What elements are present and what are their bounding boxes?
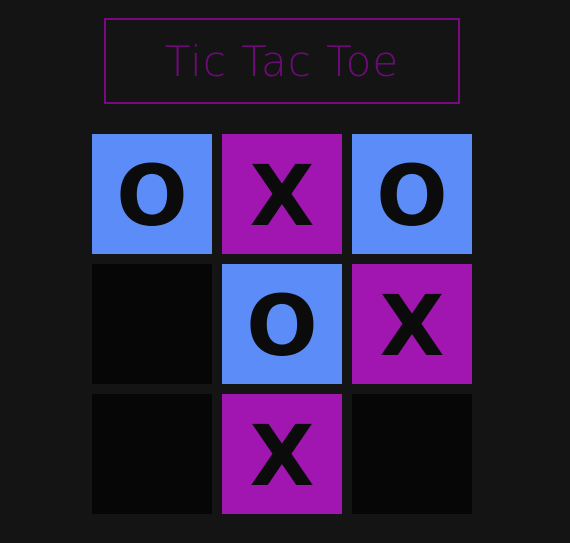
board-cell-3[interactable]: O — [352, 134, 472, 254]
cell-mark: X — [379, 277, 445, 375]
board-cell-8[interactable]: X — [222, 394, 342, 514]
game-board: O X O O X X — [92, 134, 472, 514]
board-cell-2[interactable]: X — [222, 134, 342, 254]
tic-tac-toe-app: Tic Tac Toe O X O O X X — [0, 0, 570, 543]
board-cell-7[interactable] — [92, 394, 212, 514]
board-cell-1[interactable]: O — [92, 134, 212, 254]
title-box: Tic Tac Toe — [104, 18, 460, 104]
board-cell-6[interactable]: X — [352, 264, 472, 384]
cell-mark: O — [116, 147, 188, 245]
cell-mark: O — [376, 147, 448, 245]
cell-mark: O — [246, 277, 318, 375]
page-title: Tic Tac Toe — [164, 37, 400, 86]
cell-mark: X — [249, 147, 315, 245]
board-cell-5[interactable]: O — [222, 264, 342, 384]
cell-mark: X — [249, 407, 315, 505]
board-cell-9[interactable] — [352, 394, 472, 514]
board-cell-4[interactable] — [92, 264, 212, 384]
